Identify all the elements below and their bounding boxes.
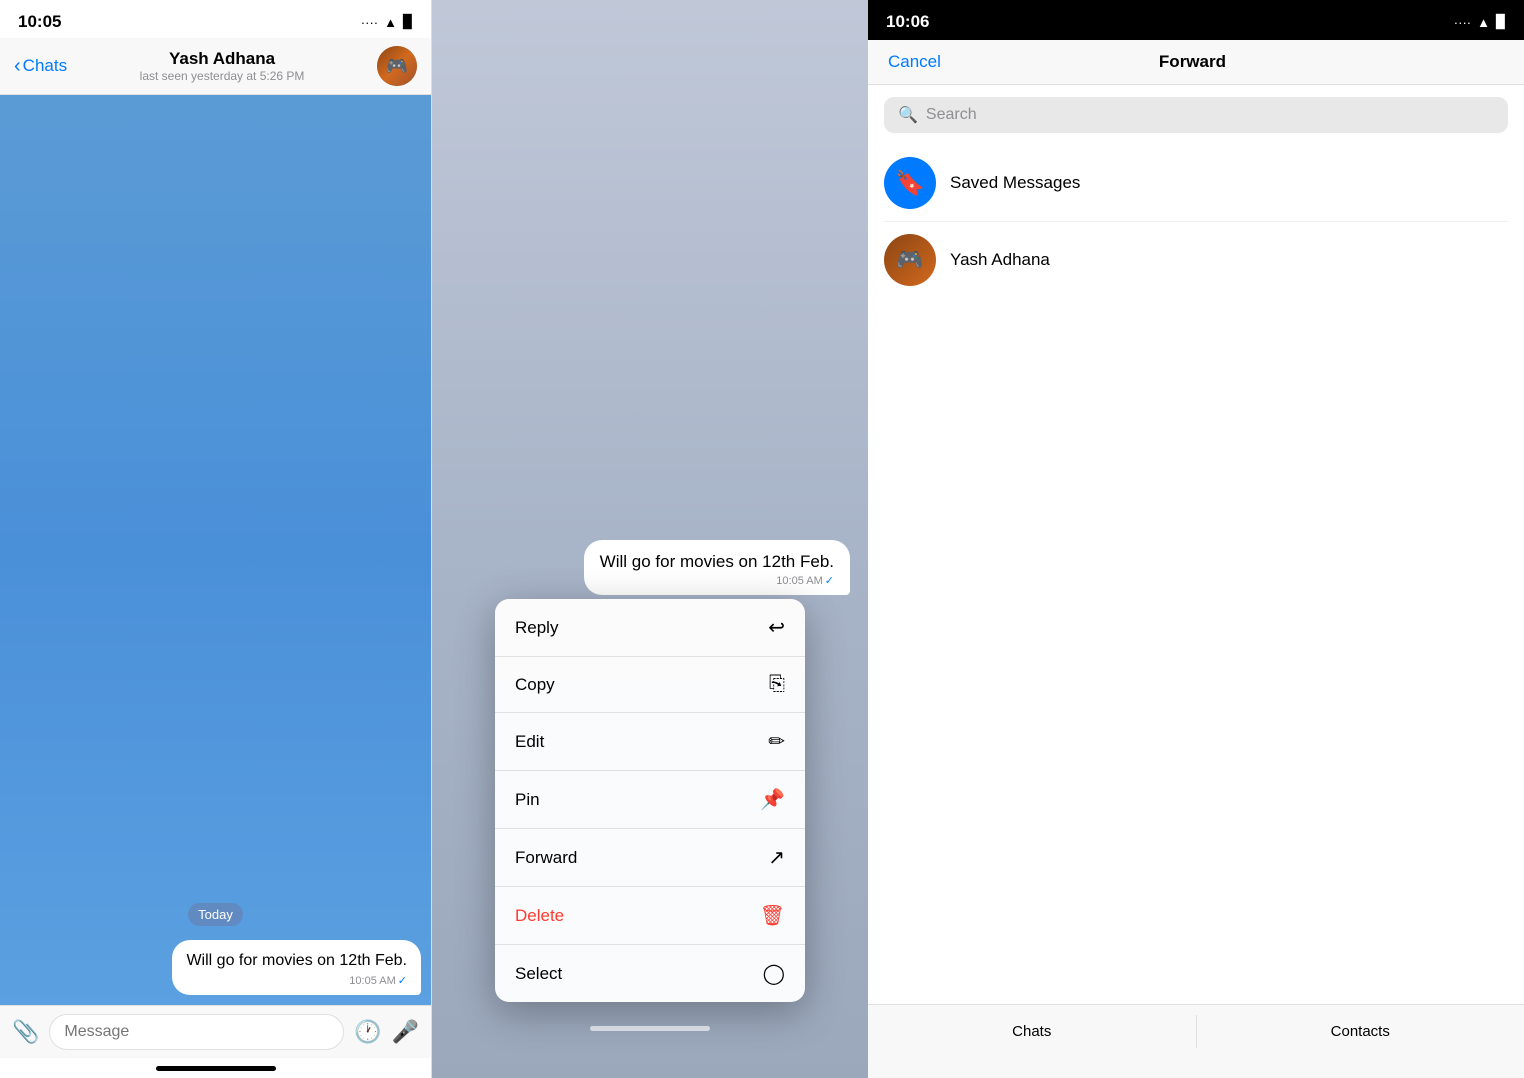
check-icon: ✓	[398, 974, 407, 987]
contact-status: last seen yesterday at 5:26 PM	[75, 69, 369, 83]
contacts-tab[interactable]: Contacts	[1197, 1015, 1524, 1048]
context-message-time: 10:05 AM ✓	[600, 574, 834, 587]
home-bar-menu	[590, 1026, 710, 1031]
menu-item-delete[interactable]: Delete 🗑	[495, 887, 805, 945]
chat-panel: 10:05 ···· ▲ ▉ ‹ Chats Yash Adhana last …	[0, 0, 432, 1078]
select-icon: ◯	[763, 961, 785, 986]
date-label: Today	[188, 903, 243, 926]
yash-adhana-name: Yash Adhana	[950, 250, 1050, 270]
delete-label: Delete	[515, 906, 564, 926]
saved-messages-item[interactable]: 🔖 Saved Messages	[884, 145, 1508, 222]
home-indicator	[0, 1058, 431, 1078]
chat-input-bar: 📎 🕐 🎤	[0, 1005, 431, 1058]
search-bar[interactable]: 🔍 Search	[884, 97, 1508, 133]
chats-tab[interactable]: Chats	[868, 1015, 1197, 1048]
context-menu: Reply ↩ Copy ⎘ Edit ✏ Pin 📌 Forward ↗ De…	[495, 599, 805, 1002]
contact-name: Yash Adhana	[75, 49, 369, 69]
context-timestamp: 10:05 AM	[776, 575, 822, 587]
menu-item-forward[interactable]: Forward ↗	[495, 829, 805, 887]
status-bar-forward: 10:06 ···· ▲ ▉	[868, 0, 1524, 40]
context-message-bubble: Will go for movies on 12th Feb. 10:05 AM…	[584, 540, 850, 595]
menu-item-edit[interactable]: Edit ✏	[495, 713, 805, 771]
back-label: Chats	[23, 56, 67, 76]
context-check-icon: ✓	[825, 574, 834, 587]
avatar-image: 🎮	[377, 46, 417, 86]
copy-icon: ⎘	[769, 673, 785, 696]
pin-icon: 📌	[760, 787, 785, 812]
context-menu-panel: Will go for movies on 12th Feb. 10:05 AM…	[432, 0, 868, 1078]
bookmark-icon: 🔖	[895, 169, 925, 198]
forward-bottom-tabs: Chats Contacts	[868, 1004, 1524, 1078]
wifi-icon: ▲	[384, 15, 397, 30]
select-label: Select	[515, 964, 562, 984]
edit-label: Edit	[515, 732, 544, 752]
saved-messages-name: Saved Messages	[950, 173, 1080, 193]
contact-avatar-image: 🎮	[896, 247, 923, 273]
forward-wifi-icon: ▲	[1477, 15, 1490, 30]
search-icon: 🔍	[898, 105, 918, 125]
yash-adhana-avatar: 🎮	[884, 234, 936, 286]
status-icons: ···· ▲ ▉	[361, 14, 413, 30]
menu-bottom	[432, 1018, 868, 1038]
reply-label: Reply	[515, 618, 558, 638]
menu-item-copy[interactable]: Copy ⎘	[495, 657, 805, 713]
forward-panel: 10:06 ···· ▲ ▉ Cancel Forward 🔍 Search 🔖…	[868, 0, 1524, 1078]
battery-icon: ▉	[403, 14, 413, 30]
message-timestamp: 10:05 AM	[349, 975, 395, 987]
contacts-tab-label: Contacts	[1331, 1023, 1390, 1040]
message-text: Will go for movies on 12th Feb.	[186, 950, 407, 972]
menu-item-select[interactable]: Select ◯	[495, 945, 805, 1002]
signal-icon: ····	[361, 15, 378, 30]
back-chevron-icon: ‹	[14, 55, 21, 78]
copy-label: Copy	[515, 675, 555, 695]
menu-item-reply[interactable]: Reply ↩	[495, 599, 805, 657]
avatar[interactable]: 🎮	[377, 46, 417, 86]
message-bubble: Will go for movies on 12th Feb. 10:05 AM…	[172, 940, 421, 995]
status-time: 10:05	[18, 12, 61, 32]
chats-tab-label: Chats	[1012, 1023, 1051, 1040]
pin-label: Pin	[515, 790, 540, 810]
mic-button[interactable]: 🎤	[392, 1019, 419, 1045]
header-center: Yash Adhana last seen yesterday at 5:26 …	[75, 49, 369, 83]
reply-icon: ↩	[768, 615, 785, 640]
yash-adhana-item[interactable]: 🎮 Yash Adhana	[884, 222, 1508, 298]
delete-icon: 🗑	[760, 903, 785, 928]
sticker-button[interactable]: 🕐	[354, 1019, 381, 1045]
forward-label: Forward	[515, 848, 577, 868]
back-button[interactable]: ‹ Chats	[14, 55, 67, 78]
forward-signal-icon: ····	[1454, 15, 1471, 30]
forward-status-icons: ···· ▲ ▉	[1454, 14, 1506, 30]
status-bar-chat: 10:05 ···· ▲ ▉	[0, 0, 431, 38]
menu-item-pin[interactable]: Pin 📌	[495, 771, 805, 829]
home-bar	[156, 1066, 276, 1071]
message-time: 10:05 AM ✓	[186, 974, 407, 987]
context-message-text: Will go for movies on 12th Feb.	[600, 552, 834, 572]
forward-battery-icon: ▉	[1496, 14, 1506, 30]
chat-header: ‹ Chats Yash Adhana last seen yesterday …	[0, 38, 431, 95]
forward-status-time: 10:06	[886, 12, 929, 32]
forward-title: Forward	[1159, 52, 1226, 72]
search-placeholder: Search	[926, 106, 977, 124]
forward-icon: ↗	[768, 845, 785, 870]
edit-icon: ✏	[768, 729, 785, 754]
message-input[interactable]	[49, 1014, 344, 1050]
attach-button[interactable]: 📎	[12, 1019, 39, 1045]
saved-messages-avatar: 🔖	[884, 157, 936, 209]
forward-contacts-list: 🔖 Saved Messages 🎮 Yash Adhana	[868, 145, 1524, 1004]
chat-body: Today Will go for movies on 12th Feb. 10…	[0, 95, 431, 1005]
cancel-button[interactable]: Cancel	[888, 52, 941, 72]
forward-nav: Cancel Forward	[868, 40, 1524, 85]
